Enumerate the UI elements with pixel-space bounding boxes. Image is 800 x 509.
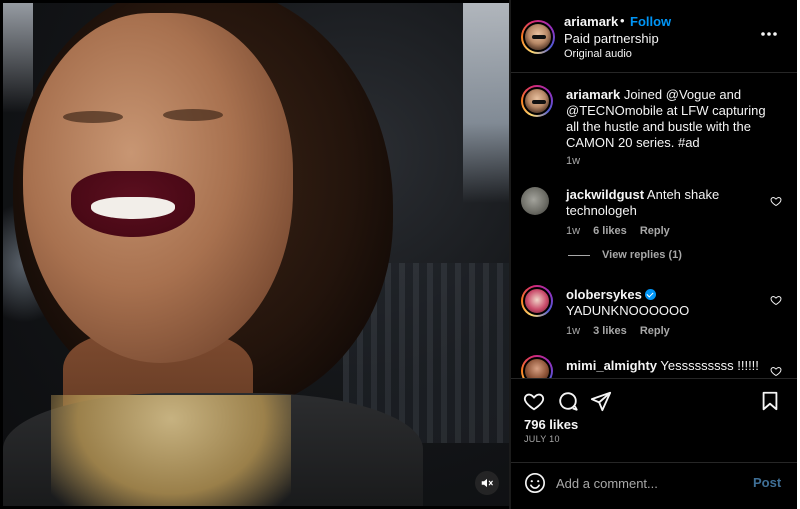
- emoji-icon[interactable]: [524, 472, 546, 494]
- post-button[interactable]: Post: [753, 475, 781, 490]
- mute-button[interactable]: [475, 471, 499, 495]
- likes-count[interactable]: 796 likes: [524, 417, 578, 432]
- avatar[interactable]: [521, 20, 555, 54]
- reply-button[interactable]: Reply: [640, 225, 670, 237]
- comment-username[interactable]: ariamark: [566, 87, 620, 102]
- post-video[interactable]: [3, 3, 509, 506]
- avatar[interactable]: [521, 355, 553, 378]
- comment-meta: 1w 3 likes Reply: [566, 325, 680, 337]
- background-light: [463, 3, 509, 203]
- bookmark-icon[interactable]: [759, 390, 781, 412]
- heart-icon[interactable]: [523, 390, 545, 412]
- avatar[interactable]: [521, 85, 553, 117]
- caption-meta: 1w: [566, 155, 590, 167]
- verified-badge-icon: [644, 289, 656, 300]
- comment-likes[interactable]: 3 likes: [593, 325, 627, 337]
- comment-time[interactable]: 1w: [566, 155, 580, 167]
- author-username[interactable]: ariamark: [564, 14, 618, 29]
- person-teeth: [91, 197, 175, 219]
- share-icon[interactable]: [590, 390, 612, 412]
- comment-text: mimi_almighty Yesssssssss !!!!!!: [566, 358, 771, 374]
- comment-likes[interactable]: 6 likes: [593, 225, 627, 237]
- avatar[interactable]: [521, 285, 553, 317]
- comment-username[interactable]: olobersykes: [566, 287, 642, 302]
- person-eye: [63, 111, 123, 123]
- comment-body: YADUNKNOOOOOO: [566, 303, 690, 318]
- avatar[interactable]: [521, 187, 549, 215]
- comment-body: Yesssssssss !!!!!!: [657, 358, 759, 373]
- audio-label[interactable]: Original audio: [564, 48, 632, 60]
- comment-username[interactable]: mimi_almighty: [566, 358, 657, 373]
- add-comment-bar: Post: [511, 462, 797, 509]
- post-modal: ariamark • Follow Paid partnership Origi…: [0, 0, 800, 509]
- replies-line: [568, 254, 590, 256]
- comment-meta: 1w 6 likes Reply: [566, 225, 680, 237]
- post-actions: 796 likes JULY 10: [511, 378, 797, 462]
- heart-icon[interactable]: [770, 294, 782, 306]
- gold-necklace: [51, 395, 291, 506]
- comment-input[interactable]: [556, 473, 746, 493]
- follow-button[interactable]: Follow: [630, 14, 671, 29]
- heart-icon[interactable]: [770, 195, 782, 207]
- comment-time[interactable]: 1w: [566, 225, 580, 237]
- view-replies-button[interactable]: View replies (1): [568, 249, 682, 261]
- person-eye: [163, 109, 223, 121]
- comment-icon[interactable]: [557, 390, 579, 412]
- comment-username[interactable]: jackwildgust: [566, 187, 644, 202]
- background-light: [3, 3, 33, 113]
- comments-list[interactable]: ariamark Joined @Vogue and @TECNOmobile …: [511, 73, 797, 378]
- post-header: ariamark • Follow Paid partnership Origi…: [511, 0, 797, 72]
- heart-icon[interactable]: [770, 365, 782, 377]
- reply-button[interactable]: Reply: [640, 325, 670, 337]
- paid-partnership-label[interactable]: Paid partnership: [564, 31, 659, 46]
- view-replies-label: View replies (1): [602, 249, 682, 261]
- muted-speaker-icon: [481, 478, 493, 488]
- separator-dot: •: [620, 13, 625, 28]
- comment-text: olobersykes YADUNKNOOOOOO: [566, 287, 771, 319]
- comment-text: jackwildgust Anteh shake technologeh: [566, 187, 771, 219]
- post-date[interactable]: JULY 10: [524, 434, 560, 444]
- more-horizontal-icon[interactable]: [759, 26, 779, 42]
- comment-time[interactable]: 1w: [566, 325, 580, 337]
- post-sidebar: ariamark • Follow Paid partnership Origi…: [511, 0, 797, 509]
- caption-text: ariamark Joined @Vogue and @TECNOmobile …: [566, 87, 771, 151]
